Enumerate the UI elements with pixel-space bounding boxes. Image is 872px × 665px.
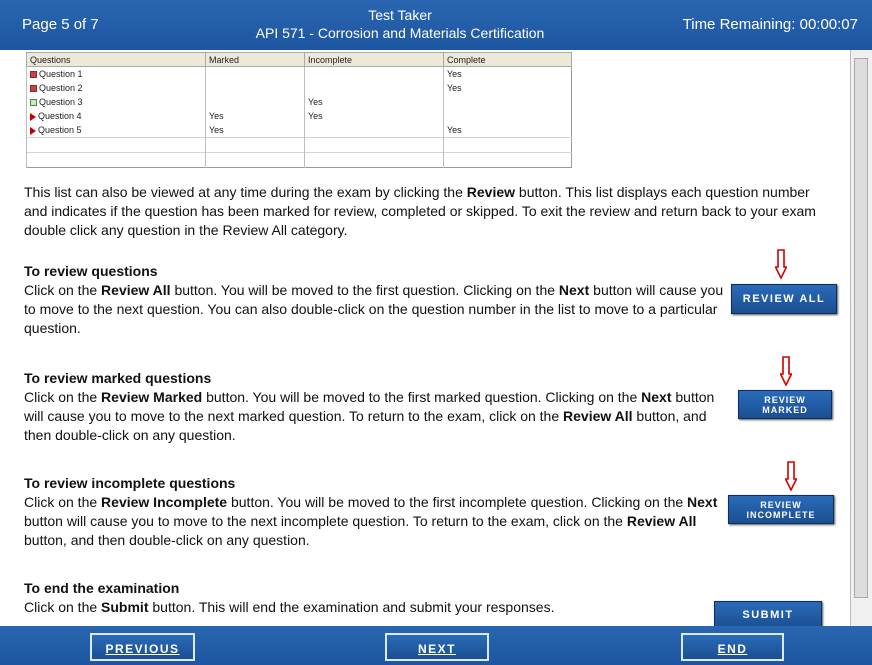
incomplete-cell: Yes: [304, 109, 444, 123]
complete-cell: Yes: [443, 123, 572, 138]
button-label-line: Marked: [762, 405, 808, 415]
time-remaining: Time Remaining: 00:00:07: [682, 16, 858, 33]
section-text: Click on the Review Incomplete button. Y…: [24, 494, 718, 548]
question-label: Question 2: [39, 83, 83, 93]
marked-cell: Yes: [205, 109, 305, 123]
question-label: Question 3: [39, 97, 83, 107]
section-heading: To review incomplete questions: [24, 475, 236, 491]
complete-cell: [443, 95, 572, 109]
next-button[interactable]: Next: [385, 633, 489, 661]
exam-header: Test Taker API 571 - Corrosion and Mater…: [230, 6, 570, 42]
marked-cell: [205, 66, 305, 81]
question-label: Question 5: [38, 125, 82, 135]
column-header-questions: Questions: [26, 52, 206, 67]
complete-cell: [443, 109, 572, 123]
marked-cell: Yes: [205, 123, 305, 138]
vertical-scrollbar[interactable]: [850, 50, 872, 626]
column-header-marked: Marked: [205, 52, 305, 67]
instruction-content: Questions Marked Incomplete Complete Que…: [0, 50, 850, 629]
answered-icon: [30, 85, 37, 93]
complete-cell: Yes: [443, 81, 572, 95]
review-all-button[interactable]: Review All: [731, 284, 837, 314]
table-row: Question 1 Yes: [26, 66, 572, 81]
red-down-arrow-icon: [785, 461, 797, 491]
scrollbar-thumb[interactable]: [854, 58, 868, 598]
complete-cell: Yes: [443, 66, 572, 81]
incomplete-cell: [304, 66, 444, 81]
table-row: Question 2 Yes: [26, 81, 572, 95]
review-list-screenshot: Questions Marked Incomplete Complete Que…: [26, 52, 572, 168]
answered-icon: [30, 71, 37, 79]
column-header-complete: Complete: [443, 52, 572, 67]
review-table-header: Questions Marked Incomplete Complete: [26, 52, 572, 67]
column-header-incomplete: Incomplete: [304, 52, 444, 67]
section-text: Click on the Submit button. This will en…: [24, 599, 555, 615]
button-label-line: Review: [764, 395, 806, 405]
incomplete-cell: [304, 123, 444, 138]
section-heading: To review questions: [24, 263, 158, 279]
page-indicator: Page 5 of 7: [22, 16, 99, 33]
section-heading: To review marked questions: [24, 370, 212, 386]
question-label: Question 1: [39, 69, 83, 79]
review-incomplete-button[interactable]: Review Incomplete: [728, 495, 834, 524]
exam-title: API 571 - Corrosion and Materials Certif…: [255, 25, 545, 41]
section-review-all: To review questions Click on the Review …: [24, 262, 724, 338]
end-button[interactable]: End: [681, 633, 784, 661]
previous-button[interactable]: Previous: [90, 633, 195, 661]
question-label: Question 4: [38, 111, 82, 121]
section-text: Click on the Review All button. You will…: [24, 282, 724, 336]
section-review-marked: To review marked questions Click on the …: [24, 369, 730, 445]
review-marked-button[interactable]: Review Marked: [738, 390, 832, 419]
table-row: Question 5 Yes Yes: [26, 123, 572, 138]
red-down-arrow-icon: [775, 249, 787, 279]
table-row: Question 3 Yes: [26, 95, 572, 109]
intro-paragraph: This list can also be viewed at any time…: [24, 184, 816, 238]
red-down-arrow-icon: [780, 356, 792, 386]
section-text: Click on the Review Marked button. You w…: [24, 389, 715, 443]
marked-flag-icon: [30, 126, 36, 135]
button-label-line: Incomplete: [746, 510, 816, 520]
section-end-exam: To end the examination Click on the Subm…: [24, 579, 724, 617]
section-review-incomplete: To review incomplete questions Click on …: [24, 474, 730, 550]
marked-cell: [205, 95, 305, 109]
incomplete-icon: [30, 99, 37, 107]
incomplete-cell: Yes: [304, 95, 444, 109]
table-row: Question 4 Yes Yes: [26, 109, 572, 123]
section-heading: To end the examination: [24, 580, 180, 596]
empty-row: [26, 137, 572, 153]
submit-button[interactable]: Submit: [714, 601, 822, 629]
marked-cell: [205, 81, 305, 95]
candidate-name: Test Taker: [368, 7, 432, 23]
empty-row: [26, 152, 572, 168]
marked-flag-icon: [30, 112, 36, 121]
incomplete-cell: [304, 81, 444, 95]
top-header-bar: Page 5 of 7 Test Taker API 571 - Corrosi…: [0, 0, 872, 50]
button-label-line: Review: [760, 500, 802, 510]
